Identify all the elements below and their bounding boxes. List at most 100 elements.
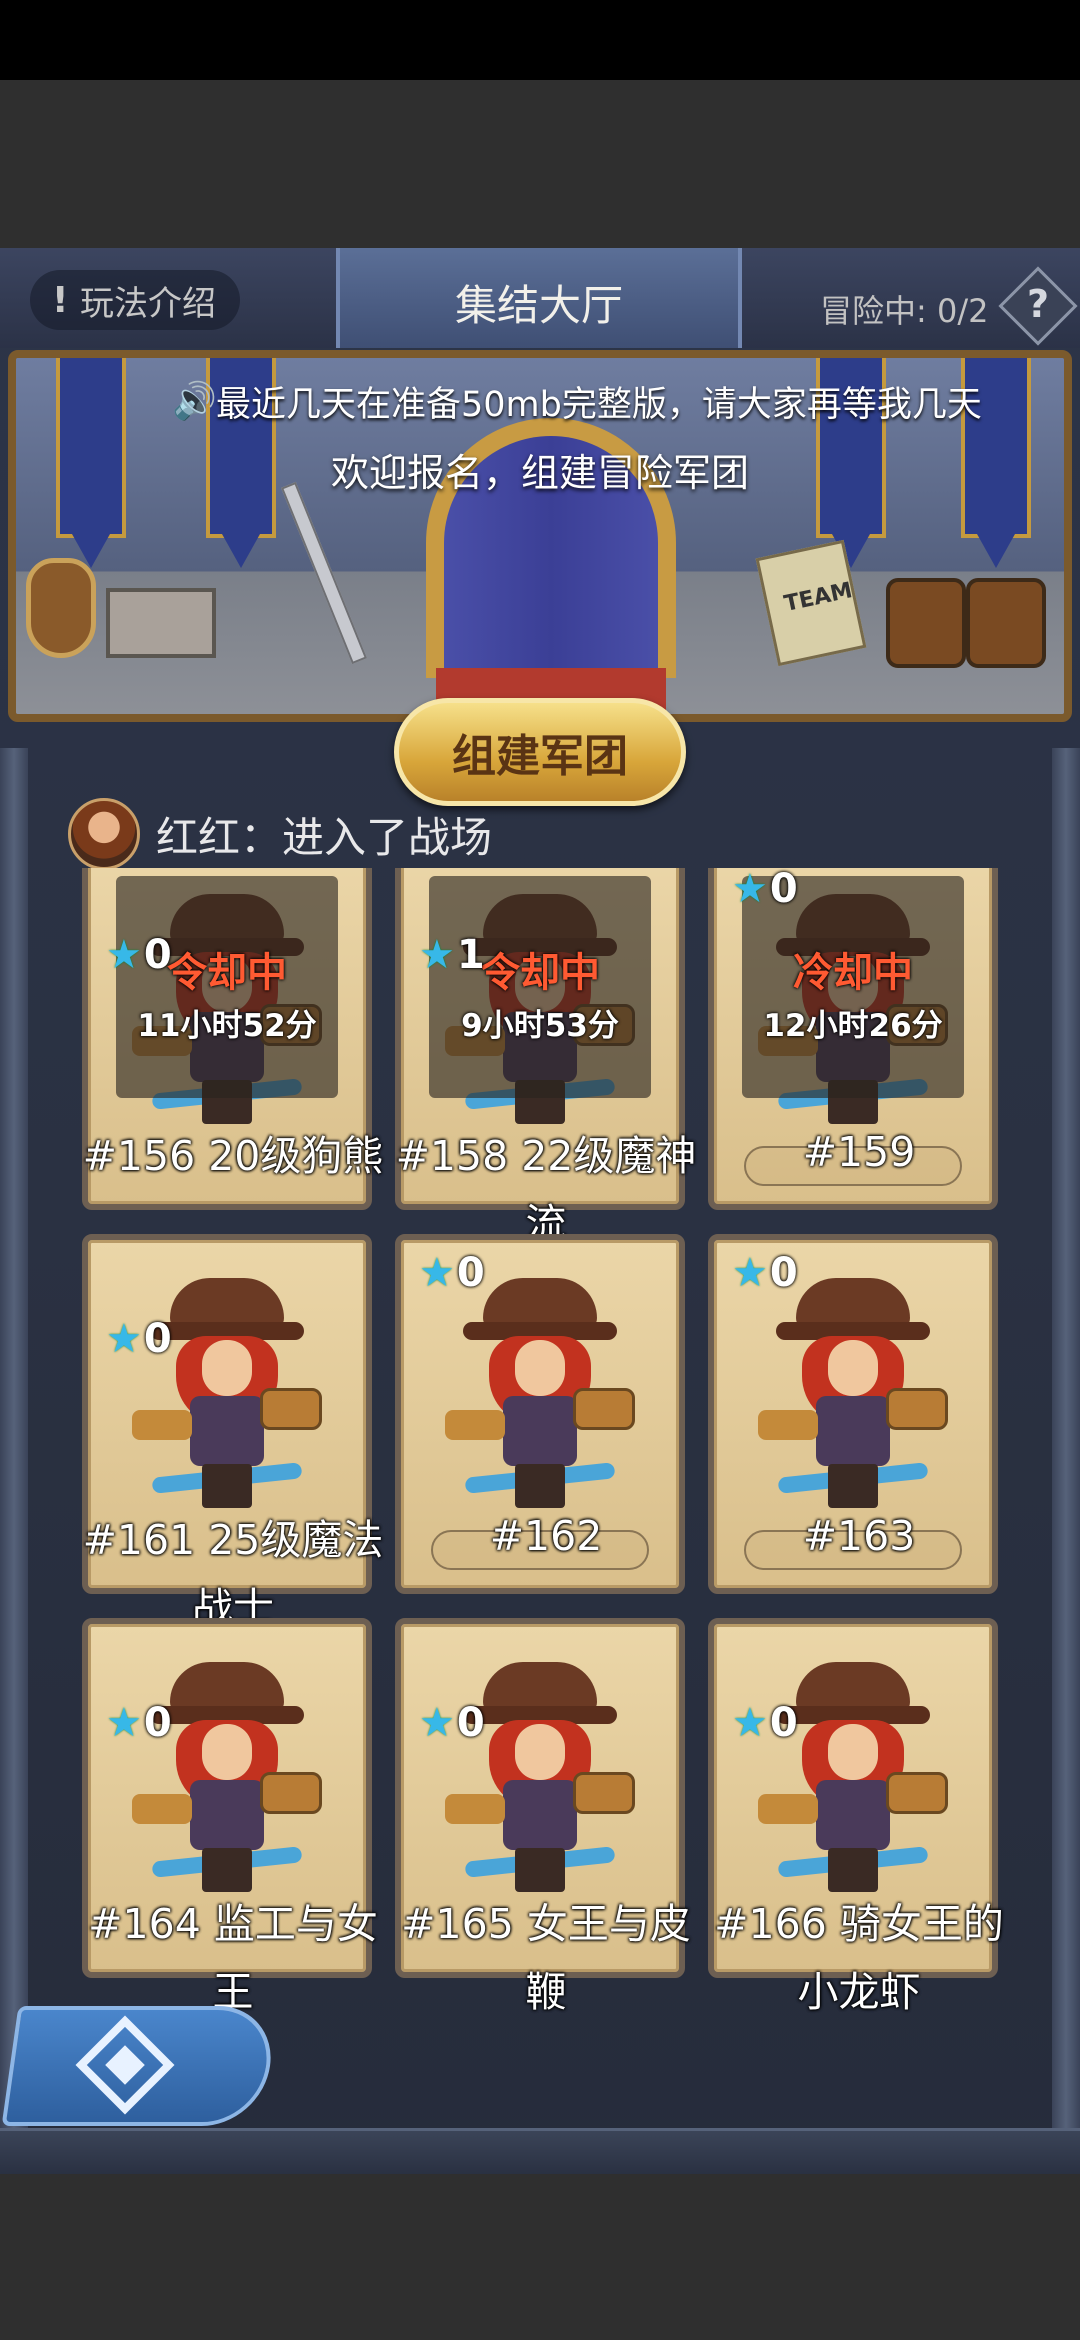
star-icon: ★ <box>419 932 455 978</box>
hero-body <box>503 1780 577 1850</box>
legion-name: #162 <box>489 1512 603 1560</box>
welcome-text: 欢迎报名，组建冒险军团 <box>330 451 749 495</box>
exclamation-icon: ! <box>52 279 69 321</box>
activity-feed: 红红：进入了战场 <box>68 796 492 872</box>
star-count: 0 <box>456 1250 485 1296</box>
hero-arm-gun <box>132 1410 192 1440</box>
hero-arm-gun <box>445 1794 505 1824</box>
legion-card[interactable]: ★ 0 #163 <box>708 1234 998 1594</box>
hero-arm-gun <box>758 1410 818 1440</box>
header-bar: ! 玩法介绍 集结大厅 冒险中: 0/2 ? <box>0 248 1080 348</box>
right-pillar <box>1052 748 1080 2148</box>
hero-arm-gun <box>445 1410 505 1440</box>
legion-name: #159 <box>802 1128 916 1176</box>
hero-body <box>816 1780 890 1850</box>
legion-card[interactable]: ★ 0 #166 骑女王的小龙虾 <box>708 1618 1004 2016</box>
star-rating: ★ 1 <box>419 932 485 978</box>
left-pillar <box>0 748 28 2148</box>
barrel-decoration <box>886 578 966 668</box>
legion-card[interactable]: 冷却中 12小时26分 ★ 0 #159 <box>708 868 998 1210</box>
hero-face <box>202 1340 252 1396</box>
star-icon: ★ <box>732 868 768 912</box>
star-rating: ★ 0 <box>106 1700 172 1746</box>
hero-cannon <box>573 1388 635 1430</box>
page-title: 集结大厅 <box>454 281 623 330</box>
cooldown-status: 冷却中 <box>793 950 913 996</box>
star-count: 0 <box>769 868 798 912</box>
star-icon: ★ <box>106 932 142 978</box>
bottom-letterbox <box>0 2174 1080 2340</box>
hero-legs <box>202 1464 252 1508</box>
hero-body <box>503 1396 577 1466</box>
hero-face <box>515 1724 565 1780</box>
adventure-status: 冒险中: 0/2 <box>820 292 989 330</box>
star-icon: ★ <box>106 1316 142 1362</box>
hero-face <box>515 1340 565 1396</box>
hero-cannon <box>260 1388 322 1430</box>
legion-card[interactable]: 令却中 11小时52分 ★ 0 #156 20级狗熊 <box>82 868 383 1210</box>
hero-cannon <box>886 1388 948 1430</box>
cooldown-time: 11小时52分 <box>137 1008 317 1044</box>
hero-legs <box>202 1848 252 1892</box>
star-count: 0 <box>456 1700 485 1746</box>
star-rating: ★ 0 <box>106 932 172 978</box>
avatar <box>68 798 140 870</box>
game-view: ! 玩法介绍 集结大厅 冒险中: 0/2 ? TEAM 🔊 最近几天在准备50m… <box>0 248 1080 2174</box>
star-rating: ★ 0 <box>732 1700 798 1746</box>
legion-card[interactable]: ★ 0 #162 <box>395 1234 685 1594</box>
hero-body <box>190 1780 264 1850</box>
star-count: 1 <box>456 932 485 978</box>
legion-name: #163 <box>802 1512 916 1560</box>
hero-body <box>190 1396 264 1466</box>
hero-face <box>828 1724 878 1780</box>
star-count: 0 <box>769 1700 798 1746</box>
star-count: 0 <box>143 1316 172 1362</box>
hero-cannon <box>886 1772 948 1814</box>
hero-portrait <box>132 1278 322 1508</box>
top-letterbox <box>0 80 1080 248</box>
hero-cannon <box>573 1772 635 1814</box>
barrel-decoration <box>966 578 1046 668</box>
star-icon: ★ <box>419 1250 455 1296</box>
hero-portrait <box>758 1278 948 1508</box>
hero-cannon <box>260 1772 322 1814</box>
hero-arm-gun <box>132 1794 192 1824</box>
star-rating: ★ 0 <box>419 1700 485 1746</box>
crate-decoration <box>106 588 216 658</box>
intro-button[interactable]: ! 玩法介绍 <box>30 270 240 330</box>
speaker-icon: 🔊 <box>172 381 217 422</box>
star-rating: ★ 0 <box>106 1316 172 1362</box>
star-icon: ★ <box>732 1250 768 1296</box>
legion-card[interactable]: ★ 0 #161 25级魔法战士 <box>82 1234 383 1632</box>
hero-arm-gun <box>758 1794 818 1824</box>
star-rating: ★ 0 <box>419 1250 485 1296</box>
shield-decoration <box>26 558 96 658</box>
hero-legs <box>515 1848 565 1892</box>
status-bar <box>0 0 1080 80</box>
activity-text: 红红：进入了战场 <box>156 812 493 862</box>
legion-grid: 令却中 11小时52分 ★ 0 #156 20级狗熊 令却中 9小时53分 ★ 1 #158 22… <box>76 868 1006 2174</box>
form-legion-button[interactable]: 组建军团 <box>394 698 686 806</box>
star-count: 0 <box>769 1250 798 1296</box>
hero-face <box>828 1340 878 1396</box>
hero-portrait <box>758 1662 948 1892</box>
intro-label: 玩法介绍 <box>80 283 216 324</box>
hero-legs <box>828 1848 878 1892</box>
star-icon: ★ <box>419 1700 455 1746</box>
star-rating: ★ 0 <box>732 1250 798 1296</box>
legion-name: #165 女王与皮鞭 <box>401 1900 691 2016</box>
legion-name: #166 骑女王的小龙虾 <box>714 1900 1004 2016</box>
star-count: 0 <box>143 932 172 978</box>
legion-card[interactable]: ★ 0 #164 监工与女王 <box>82 1618 378 2016</box>
legion-name: #156 20级狗熊 <box>82 1132 384 1180</box>
star-icon: ★ <box>106 1700 142 1746</box>
title-tab: 集结大厅 <box>336 248 742 348</box>
star-count: 0 <box>143 1700 172 1746</box>
hero-portrait <box>445 1278 635 1508</box>
app-screen: ! 玩法介绍 集结大厅 冒险中: 0/2 ? TEAM 🔊 最近几天在准备50m… <box>0 0 1080 2340</box>
hero-body <box>816 1396 890 1466</box>
star-icon: ★ <box>732 1700 768 1746</box>
hero-face <box>202 1724 252 1780</box>
legion-card[interactable]: 令却中 9小时53分 ★ 1 #158 22级魔神流 <box>395 868 696 1248</box>
legion-card[interactable]: ★ 0 #165 女王与皮鞭 <box>395 1618 691 2016</box>
